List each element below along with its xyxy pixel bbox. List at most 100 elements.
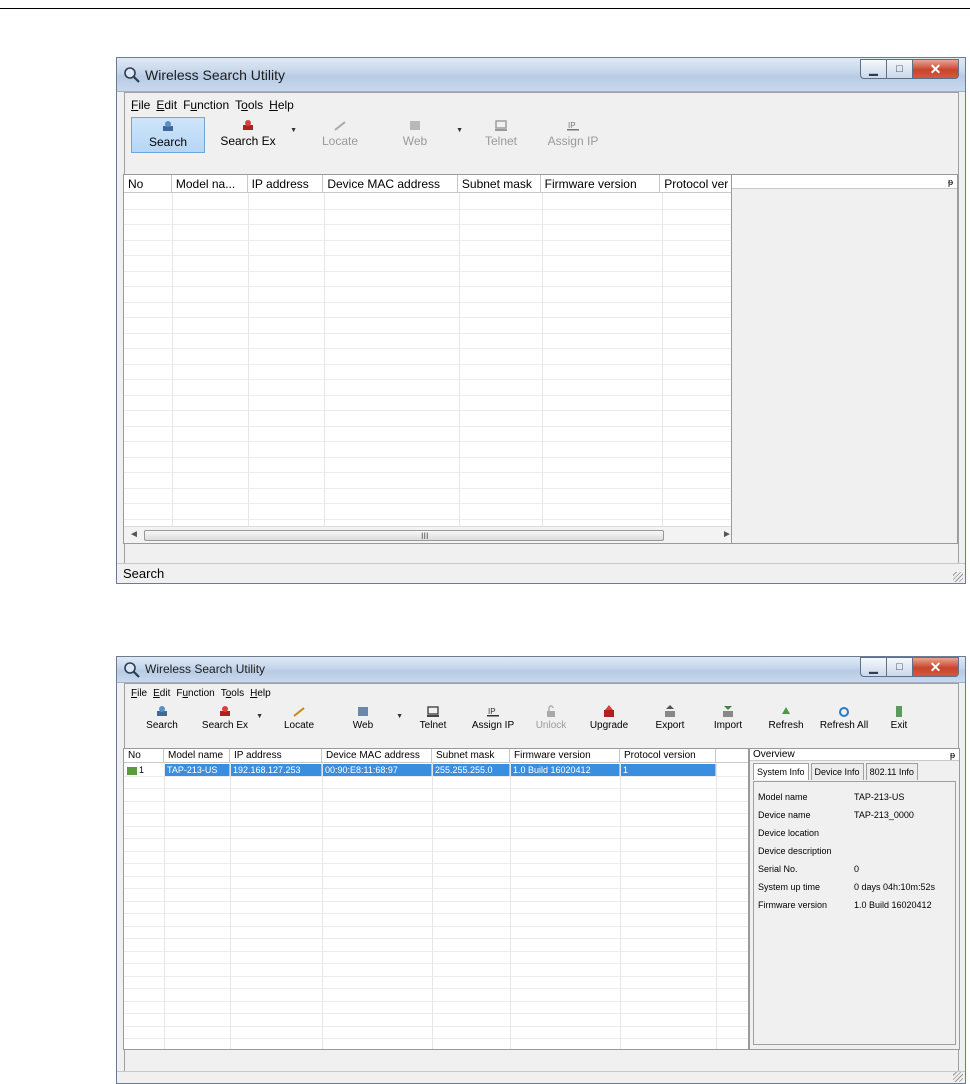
maximize-icon: □ — [896, 63, 903, 75]
col-model-name[interactable]: Model na... — [172, 175, 248, 192]
window-controls: ▁ □ ✕ — [860, 657, 959, 677]
search-button[interactable]: Search — [131, 117, 205, 153]
close-icon: ✕ — [929, 60, 942, 77]
upgrade-button[interactable]: Upgrade — [577, 703, 641, 737]
search-ex-button[interactable]: Search Ex ▼ — [205, 117, 297, 153]
assign-ip-button[interactable]: IP Assign IP — [537, 117, 609, 153]
grid-row-line — [124, 317, 736, 318]
resize-grip-icon[interactable] — [953, 1072, 963, 1082]
grid-column-line — [662, 193, 663, 543]
toolbar: Search Search Ex ▼ Locate Web ▼ Telnet I… — [131, 117, 609, 155]
col-ip-address[interactable]: IP address — [230, 749, 322, 762]
minimize-button[interactable]: ▁ — [860, 59, 887, 79]
menu-function[interactable]: Function — [183, 98, 229, 112]
web-dropdown-arrow-icon[interactable]: ▼ — [396, 713, 403, 720]
menu-edit[interactable]: Edit — [156, 98, 177, 112]
col-protocol-version[interactable]: Protocol ver — [660, 175, 736, 192]
grid-row-line — [124, 518, 736, 520]
cell-ip-address: 192.168.127.253 — [230, 764, 322, 776]
info-serial-no: Serial No. 0 — [758, 864, 860, 874]
pin-icon[interactable]: ᵽ — [950, 749, 955, 761]
overview-tabs: System Info Device Info 802.11 Info — [753, 763, 920, 780]
overview-body — [734, 191, 955, 541]
tab-device-info[interactable]: Device Info — [810, 763, 864, 780]
exit-icon — [896, 706, 902, 717]
locate-button[interactable]: Locate — [301, 117, 379, 153]
web-dropdown-arrow-icon[interactable]: ▼ — [456, 127, 463, 134]
device-icon — [127, 766, 137, 775]
grid-row-line — [124, 913, 748, 914]
menu-tools[interactable]: Tools — [235, 98, 263, 112]
menu-file[interactable]: File — [131, 98, 150, 112]
telnet-button[interactable]: Telnet — [465, 117, 537, 153]
title-bar[interactable]: Wireless Search Utility ▁ □ ✕ — [117, 657, 965, 683]
locate-icon — [293, 707, 305, 717]
grid-row-line — [124, 1025, 748, 1027]
grid-row-line — [124, 963, 748, 964]
device-list[interactable]: No Model name IP address Device MAC addr… — [123, 748, 749, 1050]
grid-row-line — [124, 888, 748, 889]
title-bar[interactable]: Wireless Search Utility ▁ □ ✕ — [117, 58, 965, 92]
export-button[interactable]: Export — [641, 703, 699, 737]
scroll-thumb[interactable]: III — [144, 530, 664, 541]
col-mac-address[interactable]: Device MAC address — [322, 749, 432, 762]
maximize-button[interactable]: □ — [887, 657, 913, 677]
grid-column-line — [432, 763, 433, 1049]
import-button[interactable]: Import — [699, 703, 757, 737]
grid-row-line — [124, 800, 748, 802]
refresh-button[interactable]: Refresh — [757, 703, 815, 737]
cell-no: 1 — [124, 764, 164, 776]
scroll-left-arrow-icon[interactable]: ◄ — [129, 529, 139, 540]
grid-row-line — [124, 503, 736, 504]
menu-edit[interactable]: Edit — [153, 688, 170, 699]
col-protocol-version[interactable]: Protocol version — [620, 749, 716, 762]
close-button[interactable]: ✕ — [913, 59, 959, 79]
horizontal-scrollbar[interactable]: ◄ III ► — [124, 526, 736, 543]
grid-row-line — [124, 813, 748, 814]
cell-model-name: TAP-213-US — [164, 764, 230, 776]
col-no[interactable]: No — [124, 749, 164, 762]
menu-help[interactable]: Help — [250, 688, 271, 699]
resize-grip-icon[interactable] — [953, 572, 963, 582]
overview-pane: ᵽ — [731, 174, 958, 544]
exit-button[interactable]: Exit — [873, 703, 925, 737]
tab-802-11-info[interactable]: 802.11 Info — [865, 763, 918, 780]
ip-icon: IP — [487, 707, 499, 717]
grid-row-line — [124, 472, 736, 473]
col-firmware-version[interactable]: Firmware version — [510, 749, 620, 762]
web-button[interactable]: Web ▼ — [379, 117, 463, 153]
search-ex-button[interactable]: Search Ex ▼ — [193, 703, 263, 737]
maximize-button[interactable]: □ — [887, 59, 913, 79]
telnet-icon — [427, 706, 439, 717]
close-button[interactable]: ✕ — [913, 657, 959, 677]
web-button[interactable]: Web ▼ — [331, 703, 403, 737]
grid-row-line — [124, 379, 736, 380]
col-ip-address[interactable]: IP address — [248, 175, 324, 192]
unlock-button[interactable]: Unlock — [525, 703, 577, 737]
col-mac-address[interactable]: Device MAC address — [323, 175, 458, 192]
telnet-button[interactable]: Telnet — [405, 703, 461, 737]
pin-icon[interactable]: ᵽ — [948, 175, 953, 189]
device-list[interactable]: No Model na... IP address Device MAC add… — [123, 174, 737, 544]
tab-system-info[interactable]: System Info — [753, 763, 809, 780]
search-ex-dropdown-arrow-icon[interactable]: ▼ — [256, 713, 263, 720]
col-firmware-version[interactable]: Firmware version — [541, 175, 661, 192]
search-ex-dropdown-arrow-icon[interactable]: ▼ — [290, 127, 297, 134]
menu-tools[interactable]: Tools — [221, 688, 244, 699]
minimize-button[interactable]: ▁ — [860, 657, 887, 677]
grid-row-line — [124, 938, 748, 939]
grid-row-line — [124, 950, 748, 952]
col-subnet-mask[interactable]: Subnet mask — [458, 175, 541, 192]
col-no[interactable]: No — [124, 175, 172, 192]
table-row[interactable]: 1 TAP-213-US 192.168.127.253 00:90:E8:11… — [124, 764, 716, 776]
refresh-all-button[interactable]: Refresh All — [815, 703, 873, 737]
search-button[interactable]: Search — [131, 703, 193, 737]
locate-button[interactable]: Locate — [267, 703, 331, 737]
menu-file[interactable]: File — [131, 688, 147, 699]
menu-help[interactable]: Help — [269, 98, 294, 112]
col-subnet-mask[interactable]: Subnet mask — [432, 749, 510, 762]
menu-function[interactable]: Function — [176, 688, 214, 699]
assign-ip-button[interactable]: IP Assign IP — [461, 703, 525, 737]
app-magnifier-icon — [124, 67, 140, 83]
col-model-name[interactable]: Model name — [164, 749, 230, 762]
